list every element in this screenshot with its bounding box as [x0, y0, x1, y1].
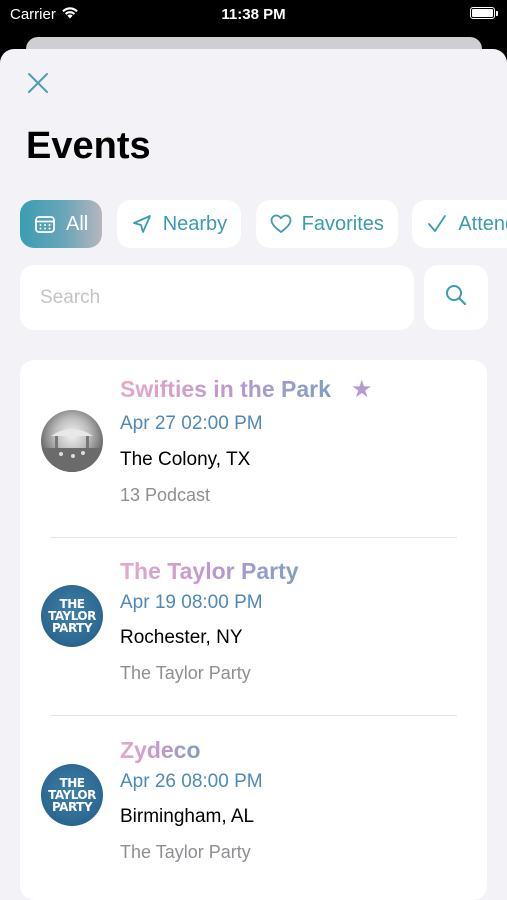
heart-icon: [270, 213, 292, 235]
event-name: Swifties in the Park: [120, 376, 331, 402]
location-arrow-icon: [131, 213, 153, 235]
star-icon[interactable]: ★: [351, 375, 373, 404]
event-name: The Taylor Party: [120, 558, 299, 584]
event-avatar: THE TAYLOR PARTY: [41, 585, 103, 647]
events-sheet: Events All Nearby Favorites Atten Search…: [0, 49, 507, 900]
logo-line: PARTY: [51, 621, 93, 635]
status-bar: Carrier 11:38 PM: [0, 0, 507, 30]
event-name: Zydeco: [120, 737, 201, 763]
filter-all-chip[interactable]: All: [20, 200, 103, 248]
divider: [50, 715, 457, 716]
event-avatar: [41, 410, 103, 472]
event-row[interactable]: Swifties in the Park ★ Apr 27 02:00 PM T…: [20, 360, 487, 538]
filter-all-label: All: [66, 212, 89, 235]
close-button[interactable]: [24, 71, 52, 99]
filter-attending-chip[interactable]: Attending: [412, 200, 507, 248]
filter-attending-label: Attending: [458, 212, 507, 235]
close-icon: [27, 72, 49, 99]
event-location: Birmingham, AL: [120, 806, 255, 827]
event-organizer: 13 Podcast: [120, 485, 211, 505]
event-date: Apr 26 08:00 PM: [120, 771, 263, 792]
event-location: Rochester, NY: [120, 627, 243, 648]
event-avatar: THE TAYLOR PARTY: [41, 764, 103, 826]
filter-chips: All Nearby Favorites Atten: [20, 200, 507, 248]
event-date: Apr 19 08:00 PM: [120, 592, 263, 613]
search-button[interactable]: [424, 265, 488, 330]
battery-icon: [470, 7, 498, 19]
checkmark-icon: [426, 213, 448, 235]
event-date: Apr 27 02:00 PM: [120, 413, 263, 434]
event-organizer: The Taylor Party: [120, 842, 251, 862]
event-organizer: The Taylor Party: [120, 663, 251, 683]
event-row[interactable]: THE TAYLOR PARTY The Taylor Party Apr 19…: [20, 538, 487, 716]
page-title: Events: [26, 125, 151, 167]
status-time: 11:38 PM: [221, 6, 286, 23]
event-row[interactable]: THE TAYLOR PARTY Zydeco Apr 26 08:00 PM …: [20, 717, 487, 895]
filter-favorites-chip[interactable]: Favorites: [255, 200, 398, 248]
event-location: The Colony, TX: [120, 449, 251, 470]
filter-nearby-chip[interactable]: Nearby: [116, 200, 242, 248]
calendar-icon: [34, 213, 56, 235]
filter-nearby-label: Nearby: [162, 212, 228, 235]
filter-favorites-label: Favorites: [301, 212, 384, 235]
search-input[interactable]: [20, 265, 414, 330]
logo-line: PARTY: [51, 800, 93, 814]
search-icon: [445, 284, 467, 311]
events-list: Swifties in the Park ★ Apr 27 02:00 PM T…: [20, 360, 487, 900]
